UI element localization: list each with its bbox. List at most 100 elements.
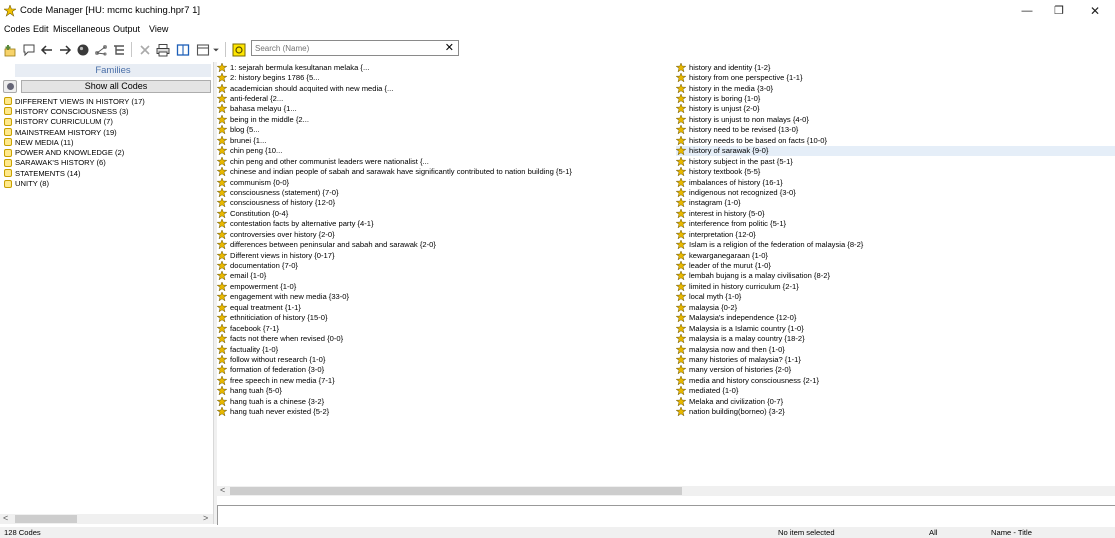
family-item[interactable]: SARAWAK'S HISTORY (6)	[4, 158, 209, 168]
code-item[interactable]: contestation facts by alternative party …	[217, 219, 677, 229]
family-item[interactable]: HISTORY CURRICULUM (7)	[4, 117, 209, 127]
clear-search-button[interactable]: ✕	[445, 41, 454, 55]
code-item[interactable]: history textbook {5-5}	[676, 166, 1115, 177]
code-item[interactable]: malaysia {0-2}	[676, 302, 1115, 312]
code-item[interactable]: many histories of malaysia? {1-1}	[676, 354, 1115, 364]
family-item[interactable]: STATEMENTS (14)	[4, 168, 209, 178]
search-input[interactable]	[255, 42, 435, 54]
code-item[interactable]: consciousness of history {12-0}	[217, 198, 677, 208]
scroll-left-arrow-icon[interactable]: <	[220, 485, 225, 495]
code-item[interactable]: differences between peninsular and sabah…	[217, 239, 677, 250]
code-item[interactable]: limited in history curriculum {2-1}	[676, 281, 1115, 291]
code-item[interactable]: mediated {1-0}	[676, 386, 1115, 396]
filter-icon[interactable]	[230, 41, 248, 58]
code-item[interactable]: history subject in the past {5-1}	[676, 156, 1115, 166]
code-item[interactable]: email {1-0}	[217, 271, 677, 281]
code-item[interactable]: many version of histories {2-0}	[676, 365, 1115, 375]
families-horizontal-scrollbar[interactable]: < >	[0, 513, 213, 524]
new-code-icon[interactable]	[2, 41, 20, 58]
code-item[interactable]: brunei {1...	[217, 135, 677, 145]
code-item[interactable]: bahasa melayu {1...	[217, 104, 677, 114]
code-item[interactable]: chin peng {10...	[217, 146, 677, 156]
code-item[interactable]: chinese and indian people of sabah and s…	[217, 166, 677, 177]
print-icon[interactable]	[154, 41, 172, 58]
delete-icon[interactable]	[136, 41, 154, 58]
family-item[interactable]: UNITY (8)	[4, 178, 209, 188]
code-item[interactable]: academician should acquited with new med…	[217, 83, 677, 93]
code-item[interactable]: history is boring {1-0}	[676, 93, 1115, 104]
code-item[interactable]: history is unjust {2-0}	[676, 104, 1115, 114]
code-item[interactable]: consciousness (statement) {7-0}	[217, 187, 677, 197]
code-item[interactable]: being in the middle {2...	[217, 114, 677, 124]
code-item[interactable]: interference from politic {5-1}	[676, 219, 1115, 229]
code-item[interactable]: indigenous not recognized {3-0}	[676, 187, 1115, 197]
split-view-icon[interactable]	[194, 41, 212, 58]
code-item[interactable]: equal treatment {1-1}	[217, 302, 677, 312]
code-item[interactable]: 1: sejarah bermula kesultanan melaka {..…	[217, 62, 677, 72]
code-item[interactable]: history and identity {1-2}	[676, 62, 1115, 72]
code-item[interactable]: engagement with new media {33-0}	[217, 292, 677, 302]
code-item[interactable]: instagram {1-0}	[676, 198, 1115, 208]
code-item[interactable]: kewarganegaraan {1-0}	[676, 250, 1115, 260]
code-item[interactable]: Constitution {0-4}	[217, 208, 677, 218]
code-item[interactable]: communism {0-0}	[217, 177, 677, 187]
code-item[interactable]: hang tuah is a chinese {3-2}	[217, 396, 677, 406]
code-item[interactable]: leader of the murut {1-0}	[676, 260, 1115, 271]
minimize-button[interactable]: —	[1012, 2, 1042, 20]
families-toggle-icon[interactable]	[3, 80, 17, 93]
codes-horizontal-scrollbar[interactable]: <	[217, 485, 1115, 496]
family-item[interactable]: NEW MEDIA (11)	[4, 137, 209, 147]
chevron-down-icon[interactable]	[211, 41, 221, 58]
code-item[interactable]: local myth {1-0}	[676, 292, 1115, 302]
code-item[interactable]: controversies over history {2-0}	[217, 229, 677, 239]
code-item[interactable]: 2: history begins 1786 {5...	[217, 72, 677, 83]
code-item[interactable]: history from one perspective {1-1}	[676, 72, 1115, 83]
code-item[interactable]: anti-federal {2...	[217, 93, 677, 104]
code-item[interactable]: Melaka and civilization {0-7}	[676, 396, 1115, 406]
family-item[interactable]: POWER AND KNOWLEDGE (2)	[4, 147, 209, 157]
scroll-right-arrow-icon[interactable]: >	[203, 513, 208, 523]
code-item[interactable]: documentation {7-0}	[217, 260, 677, 271]
code-item[interactable]: formation of federation {3-0}	[217, 365, 677, 375]
code-item[interactable]: nation building(borneo) {3-2}	[676, 406, 1115, 417]
tree-icon[interactable]	[110, 41, 128, 58]
code-item[interactable]: Malaysia is a Islamic country {1-0}	[676, 323, 1115, 333]
code-item[interactable]: free speech in new media {7-1}	[217, 375, 677, 385]
single-pane-icon[interactable]	[174, 41, 192, 58]
code-item[interactable]: history in the media {3-0}	[676, 83, 1115, 93]
code-item[interactable]: follow without research {1-0}	[217, 354, 677, 364]
code-item[interactable]: history needs to be based on facts {10-0…	[676, 135, 1115, 145]
code-item[interactable]: interpretation {12-0}	[676, 229, 1115, 239]
code-item[interactable]: imbalances of history {16-1}	[676, 177, 1115, 187]
close-window-button[interactable]: ✕	[1080, 2, 1110, 20]
code-item[interactable]: malaysia is a malay country {18-2}	[676, 333, 1115, 344]
code-item[interactable]: interest in history {5-0}	[676, 208, 1115, 218]
code-item[interactable]: history need to be revised {13-0}	[676, 125, 1115, 135]
menu-miscellaneous[interactable]: Miscellaneous	[53, 24, 110, 34]
code-item[interactable]: Malaysia's independence {12-0}	[676, 313, 1115, 323]
forward-icon[interactable]	[56, 41, 74, 58]
network-icon[interactable]	[92, 41, 110, 58]
scrollbar-thumb[interactable]	[230, 487, 682, 495]
code-item[interactable]: media and history consciousness {2-1}	[676, 375, 1115, 385]
family-item[interactable]: MAINSTREAM HISTORY (19)	[4, 127, 209, 137]
code-item[interactable]: history of sarawak {9-0}	[676, 145, 1115, 156]
code-item[interactable]: factuality {1-0}	[217, 344, 677, 354]
code-item[interactable]: facts not there when revised {0-0}	[217, 333, 677, 344]
comment-pane[interactable]	[217, 505, 1115, 525]
code-item[interactable]: empowerment {1-0}	[217, 281, 677, 291]
code-item[interactable]: hang tuah never existed {5-2}	[217, 406, 677, 417]
back-icon[interactable]	[38, 41, 56, 58]
menu-edit[interactable]: Edit	[33, 24, 49, 34]
menu-output[interactable]: Output	[113, 24, 140, 34]
scrollbar-thumb[interactable]	[15, 515, 77, 523]
code-item[interactable]: ethniticiation of history {15-0}	[217, 313, 677, 323]
code-item[interactable]: blog {5...	[217, 125, 677, 135]
code-item[interactable]: history is unjust to non malays {4-0}	[676, 114, 1115, 124]
code-item[interactable]: Islam is a religion of the federation of…	[676, 239, 1115, 250]
code-item[interactable]: hang tuah {5-0}	[217, 386, 677, 396]
code-item[interactable]: facebook {7-1}	[217, 323, 677, 333]
comment-icon[interactable]	[20, 41, 38, 58]
menu-codes[interactable]: Codes	[4, 24, 30, 34]
family-item[interactable]: HISTORY CONSCIOUSNESS (3)	[4, 106, 209, 116]
